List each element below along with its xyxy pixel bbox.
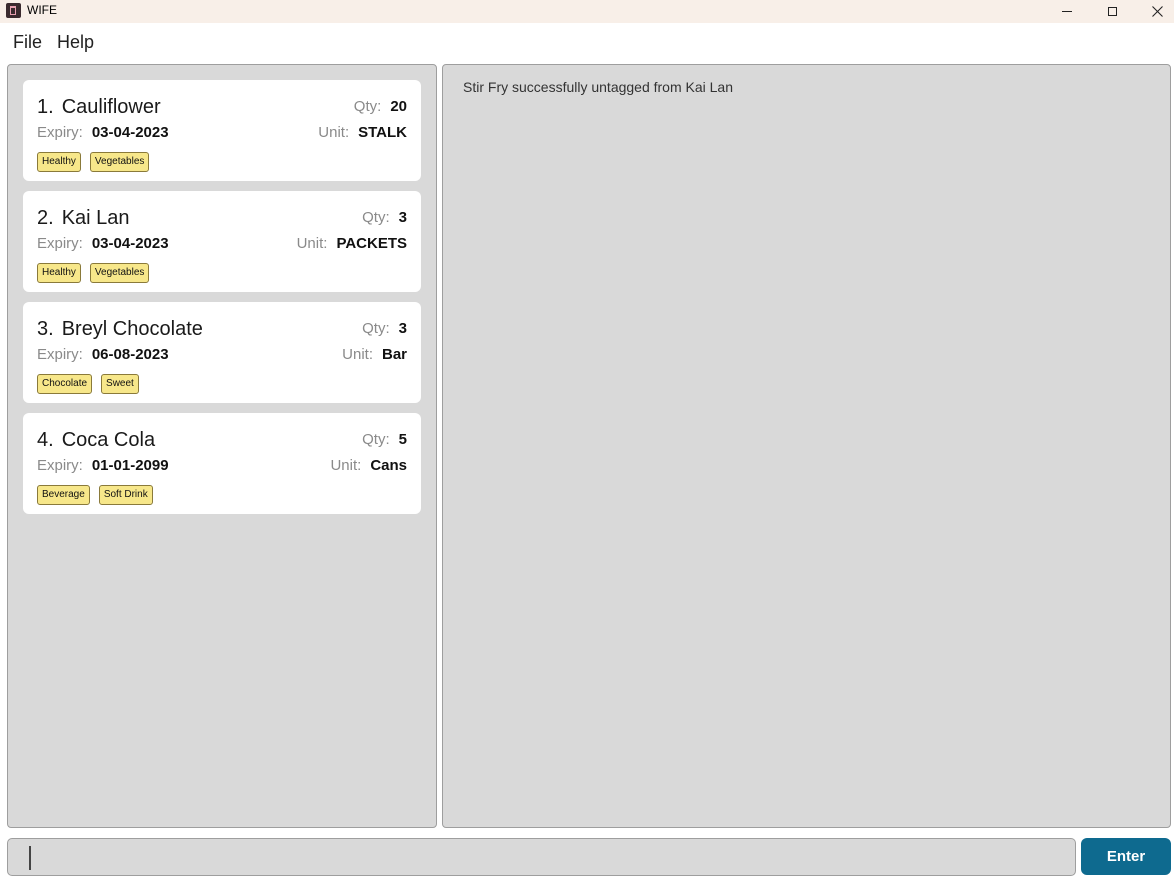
command-box[interactable]: [7, 838, 1076, 876]
close-button[interactable]: [1134, 0, 1174, 23]
expiry-label: Expiry:: [37, 235, 83, 252]
food-name: Breyl Chocolate: [61, 318, 203, 340]
menu-bar: File Help: [0, 23, 1174, 60]
food-list-panel[interactable]: 1. Cauliflower Qty: 20 Expiry: 03-04-2023 U…: [7, 64, 437, 828]
menu-help[interactable]: Help: [57, 31, 94, 53]
tag: Vegetables: [89, 152, 150, 172]
expiry-label: Expiry:: [37, 346, 83, 363]
menu-file[interactable]: File: [13, 31, 42, 53]
food-name: Coca Cola: [61, 429, 156, 451]
unit-label: Unit:: [318, 124, 350, 141]
qty-label: Qty:: [362, 320, 390, 337]
unit-row: Unit: Cans: [330, 457, 407, 475]
unit-row: Unit: STALK: [318, 124, 407, 142]
qty-value: 3: [398, 209, 407, 226]
food-name-row: 3. Breyl Chocolate: [37, 317, 203, 341]
tag: Soft Drink: [98, 485, 153, 505]
expiry-value: 01-01-2099: [91, 457, 169, 474]
unit-row: Unit: PACKETS: [297, 235, 407, 253]
text-caret: [29, 846, 31, 870]
expiry-value: 03-04-2023: [91, 124, 169, 141]
expiry-label: Expiry:: [37, 457, 83, 474]
food-index: 4.: [37, 429, 54, 451]
food-card[interactable]: 1. Cauliflower Qty: 20 Expiry: 03-04-2023 U…: [23, 80, 421, 181]
food-name-row: 4. Coca Cola: [37, 428, 155, 452]
close-icon: [1151, 6, 1163, 17]
tag-list: Healthy Vegetables: [37, 263, 150, 283]
unit-label: Unit:: [296, 235, 328, 252]
minimize-button[interactable]: [1044, 0, 1090, 23]
tag: Chocolate: [37, 374, 93, 394]
food-name-row: 2. Kai Lan: [37, 206, 130, 230]
tag: Vegetables: [89, 263, 150, 283]
expiry-row: Expiry: 03-04-2023: [37, 235, 169, 253]
qty-label: Qty:: [362, 209, 390, 226]
food-card[interactable]: 2. Kai Lan Qty: 3 Expiry: 03-04-2023 Unit: P…: [23, 191, 421, 292]
expiry-row: Expiry: 03-04-2023: [37, 124, 169, 142]
qty-value: 20: [390, 98, 407, 115]
food-name: Cauliflower: [61, 96, 161, 118]
expiry-row: Expiry: 01-01-2099: [37, 457, 169, 475]
food-name: Kai Lan: [61, 207, 130, 229]
unit-value: STALK: [358, 124, 407, 141]
expiry-row: Expiry: 06-08-2023: [37, 346, 169, 364]
unit-row: Unit: Bar: [342, 346, 407, 364]
food-card[interactable]: 4. Coca Cola Qty: 5 Expiry: 01-01-2099 Unit…: [23, 413, 421, 514]
qty-row: Qty: 5: [362, 431, 407, 449]
command-input[interactable]: [8, 839, 1075, 875]
tag: Healthy: [37, 152, 81, 172]
enter-button[interactable]: Enter: [1081, 838, 1171, 875]
tag: Healthy: [37, 263, 81, 283]
title-bar: WIFE: [0, 0, 1174, 23]
food-index: 3.: [37, 318, 54, 340]
app-icon: [6, 3, 21, 18]
result-display-panel[interactable]: Stir Fry successfully untagged from Kai …: [442, 64, 1171, 828]
qty-row: Qty: 20: [354, 98, 407, 116]
tag-list: Chocolate Sweet: [37, 374, 139, 394]
minimize-icon: [1062, 11, 1072, 12]
maximize-button[interactable]: [1089, 0, 1135, 23]
maximize-icon: [1107, 7, 1117, 16]
tag: Beverage: [37, 485, 90, 505]
expiry-value: 06-08-2023: [91, 346, 169, 363]
unit-value: PACKETS: [336, 235, 407, 252]
qty-value: 3: [398, 320, 407, 337]
tag-list: Healthy Vegetables: [37, 152, 150, 172]
food-name-row: 1. Cauliflower: [37, 95, 161, 119]
food-card[interactable]: 3. Breyl Chocolate Qty: 3 Expiry: 06-08-202…: [23, 302, 421, 403]
food-index: 1.: [37, 96, 54, 118]
tag: Sweet: [101, 374, 139, 394]
qty-label: Qty:: [353, 98, 382, 115]
unit-label: Unit:: [330, 457, 362, 474]
tag-list: Beverage Soft Drink: [37, 485, 153, 505]
unit-value: Cans: [370, 457, 407, 474]
qty-row: Qty: 3: [362, 320, 407, 338]
qty-value: 5: [398, 431, 407, 448]
food-index: 2.: [37, 207, 54, 229]
unit-label: Unit:: [342, 346, 373, 363]
window-title: WIFE: [27, 3, 57, 17]
unit-value: Bar: [381, 346, 407, 363]
expiry-label: Expiry:: [37, 124, 83, 141]
expiry-value: 03-04-2023: [91, 235, 169, 252]
qty-row: Qty: 3: [362, 209, 407, 227]
qty-label: Qty:: [362, 431, 390, 448]
result-message: Stir Fry successfully untagged from Kai …: [463, 79, 734, 95]
